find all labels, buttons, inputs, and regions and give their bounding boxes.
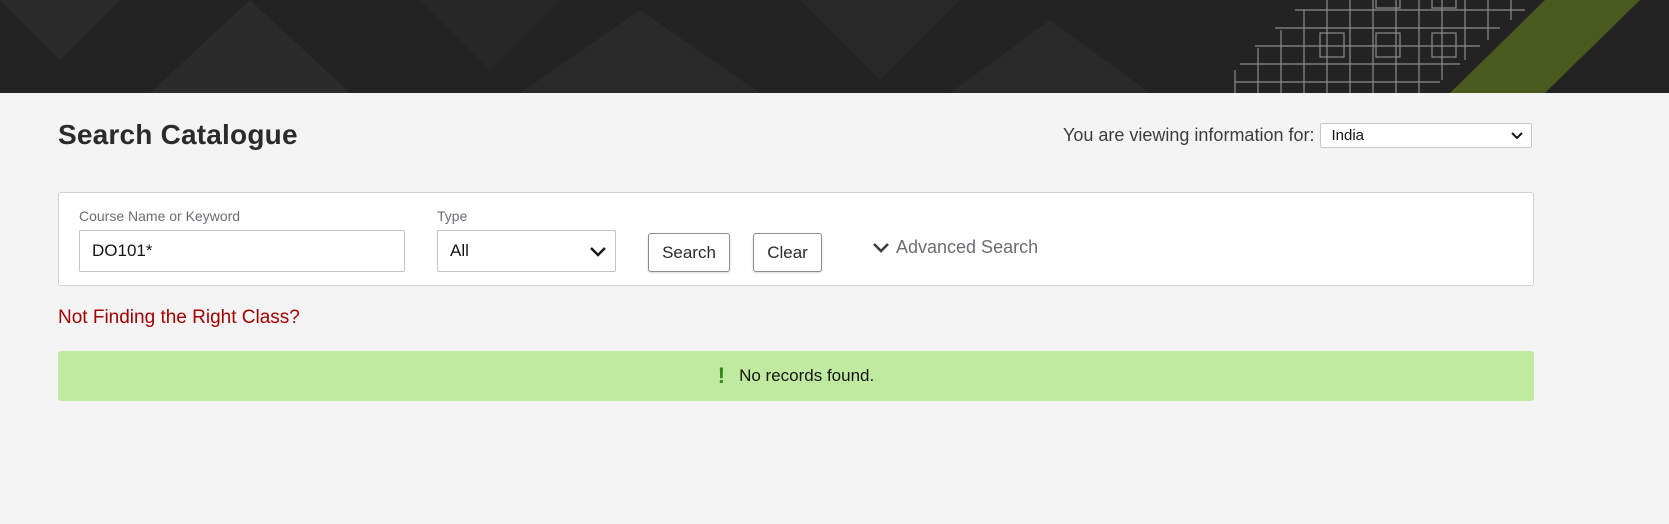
country-select-value: India: [1331, 127, 1365, 144]
country-select[interactable]: India: [1320, 123, 1533, 148]
chevron-down-icon: [590, 246, 606, 257]
header-banner: [0, 0, 1669, 93]
keyword-label: Course Name or Keyword: [79, 208, 241, 224]
locale-selector: You are viewing information for: India: [1063, 123, 1533, 148]
advanced-search-toggle[interactable]: Advanced Search: [872, 237, 1038, 258]
no-records-alert: ! No records found.: [58, 351, 1534, 401]
alert-message: No records found.: [739, 366, 875, 385]
type-select-value: All: [450, 241, 469, 260]
keyword-input[interactable]: [79, 230, 405, 272]
banner-pattern: [0, 0, 1669, 93]
clear-button[interactable]: Clear: [753, 233, 822, 272]
type-select[interactable]: All: [437, 230, 616, 272]
search-panel: Course Name or Keyword Type All Search C…: [58, 192, 1534, 286]
main-content: Search Catalogue You are viewing informa…: [0, 93, 1669, 524]
type-label: Type: [437, 208, 468, 224]
search-button[interactable]: Search: [648, 233, 730, 272]
advanced-search-label: Advanced Search: [896, 237, 1039, 257]
locale-label: You are viewing information for:: [1063, 125, 1315, 145]
chevron-down-icon: [1511, 131, 1524, 139]
page-title: Search Catalogue: [58, 119, 298, 150]
exclamation-icon: !: [717, 363, 726, 388]
chevron-down-icon: [873, 243, 889, 253]
not-finding-class-link[interactable]: Not Finding the Right Class?: [58, 307, 300, 329]
